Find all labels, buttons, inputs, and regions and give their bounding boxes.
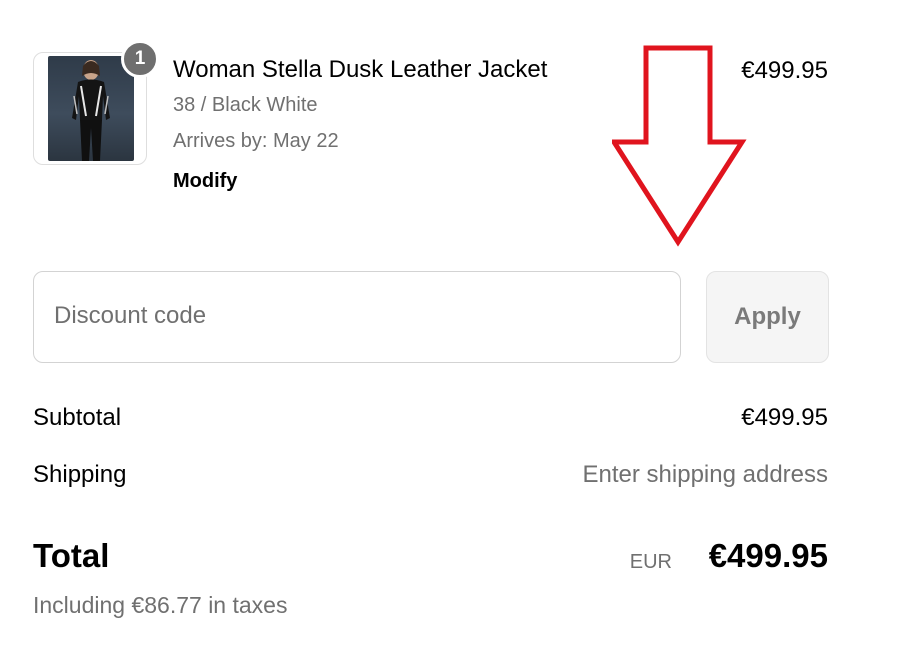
- subtotal-value: €499.95: [741, 404, 828, 431]
- product-image: [48, 56, 134, 161]
- subtotal-label: Subtotal: [33, 404, 122, 431]
- discount-code-input[interactable]: [34, 272, 654, 360]
- taxes-note: Including €86.77 in taxes: [33, 592, 288, 618]
- total-amount: €499.95: [708, 537, 828, 574]
- down-arrow-annotation-icon: [612, 45, 747, 247]
- modify-link[interactable]: Modify: [173, 170, 237, 193]
- product-variant: 38 / Black White: [173, 94, 318, 116]
- shipping-value: Enter shipping address: [582, 461, 828, 488]
- product-price: €499.95: [741, 57, 828, 84]
- discount-code-field[interactable]: [33, 271, 681, 363]
- quantity-badge: 1: [121, 40, 159, 78]
- product-title: Woman Stella Dusk Leather Jacket: [173, 56, 548, 83]
- arrow-shape: [612, 45, 747, 247]
- apply-button[interactable]: Apply: [706, 271, 829, 363]
- shipping-label: Shipping: [33, 461, 127, 488]
- total-label: Total: [33, 537, 110, 574]
- delivery-estimate: Arrives by: May 22: [173, 130, 339, 152]
- currency-code: EUR: [629, 551, 672, 573]
